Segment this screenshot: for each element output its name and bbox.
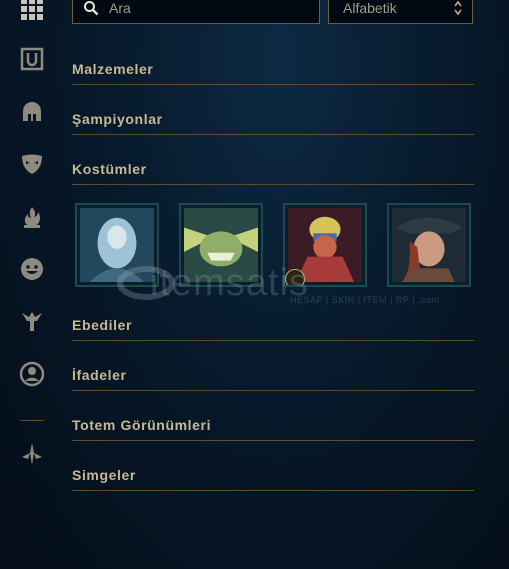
- section-champions[interactable]: Şampiyonlar: [72, 111, 474, 135]
- sidebar-divider: [20, 420, 44, 421]
- flame-icon[interactable]: [15, 200, 49, 234]
- section-ward-skins-label: Totem Görünümleri: [72, 417, 212, 433]
- sidebar: [0, 0, 65, 569]
- section-items[interactable]: Malzemeler: [72, 61, 474, 85]
- section-ward-skins[interactable]: Totem Görünümleri: [72, 417, 474, 441]
- mask-icon[interactable]: [15, 147, 49, 181]
- section-eternals-label: Ebediler: [72, 317, 133, 333]
- section-icons-label: Simgeler: [72, 467, 136, 483]
- search-input[interactable]: [109, 0, 309, 16]
- section-skins[interactable]: Kostümler: [72, 161, 474, 185]
- search-icon: [84, 1, 99, 16]
- section-emotes[interactable]: İfadeler: [72, 367, 474, 391]
- emote-face-icon[interactable]: [15, 252, 49, 286]
- sort-selected-label: Alfabetik: [343, 0, 397, 16]
- section-items-label: Malzemeler: [72, 61, 154, 77]
- watermark: itemsatis HESAP | SKIN | ITEM | RP | .co…: [150, 262, 439, 305]
- profile-icon[interactable]: [15, 357, 49, 391]
- sort-dropdown[interactable]: Alfabetik: [328, 0, 473, 24]
- section-emotes-label: İfadeler: [72, 367, 127, 383]
- section-skins-label: Kostümler: [72, 161, 147, 177]
- section-eternals[interactable]: Ebediler: [72, 317, 474, 341]
- dropdown-chevron-icon: [454, 0, 462, 16]
- helmet-icon[interactable]: [15, 95, 49, 129]
- section-champions-label: Şampiyonlar: [72, 111, 163, 127]
- watermark-subtext: HESAP | SKIN | ITEM | RP | .com: [290, 295, 440, 305]
- skin-card-4[interactable]: [387, 203, 471, 287]
- watermark-text: itemsatis: [150, 262, 309, 304]
- ward-icon[interactable]: [15, 437, 49, 471]
- inventory-icon[interactable]: [15, 42, 49, 76]
- totem-icon[interactable]: [15, 304, 49, 338]
- skin-portrait-4: [392, 208, 466, 282]
- search-box[interactable]: [72, 0, 320, 24]
- grid-icon[interactable]: [15, 0, 49, 26]
- section-icons[interactable]: Simgeler: [72, 467, 474, 491]
